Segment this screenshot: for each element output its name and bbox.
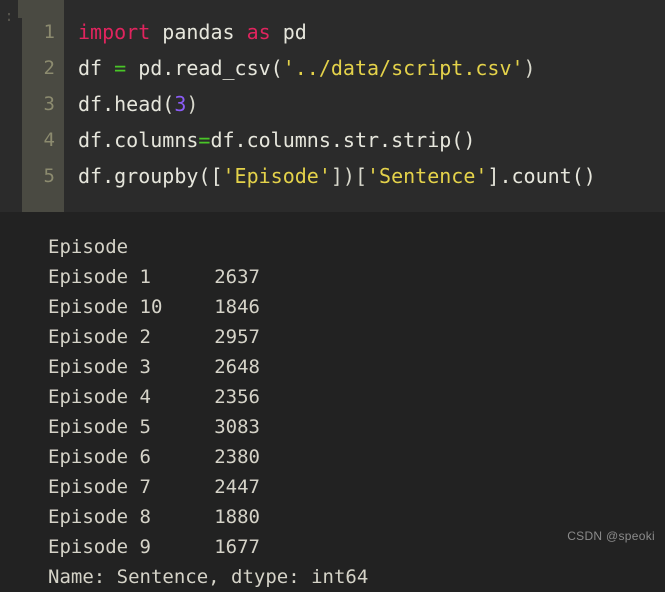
code-token-op: = [198, 128, 211, 152]
code-token-pun: ])[ [330, 164, 367, 188]
code-token-pun: ) [186, 92, 199, 116]
output-row-label: Episode 2 [48, 326, 151, 348]
output-row: Episode 10 1846 [48, 292, 368, 322]
output-row-value: 2957 [214, 326, 260, 348]
code-line[interactable]: df.columns=df.columns.str.strip() [78, 122, 665, 158]
code-line[interactable]: df = pd.read_csv('../data/script.csv') [78, 50, 665, 86]
output-row: Episode 7 2447 [48, 472, 368, 502]
output-row: Episode 3 2648 [48, 352, 368, 382]
notebook-screen: : 1 2 3 4 5 import pandas as pd df = pd.r… [0, 0, 665, 588]
code-token-kw: import [78, 20, 151, 44]
output-row-label: Episode 9 [48, 536, 151, 558]
output-row: Episode 4 2356 [48, 382, 368, 412]
code-token-pun [150, 20, 162, 44]
output-row-label: Episode 5 [48, 416, 151, 438]
output-row-label: Episode 10 [48, 296, 163, 318]
csdn-watermark: CSDN @speoki [567, 529, 655, 543]
code-token-str: 'Episode' [222, 164, 331, 188]
code-token-id: pd [282, 20, 307, 44]
line-number: 5 [43, 165, 55, 187]
code-line[interactable]: df.groupby(['Episode'])['Sentence'].coun… [78, 158, 665, 194]
code-editor-text[interactable]: import pandas as pd df = pd.read_csv('../… [78, 14, 665, 194]
output-row: Episode 5 3083 [48, 412, 368, 442]
output-row-value: 1846 [214, 296, 260, 318]
cell-output-area: Episode Episode 1 2637 Episode 10 1846 Episod… [0, 212, 665, 588]
cell-prompt-marker: : [4, 7, 14, 25]
line-number: 1 [43, 21, 55, 43]
code-token-id: df.columns [78, 128, 199, 152]
code-line[interactable]: import pandas as pd [78, 14, 665, 50]
output-text: Episode Episode 1 2637 Episode 10 1846 Episod… [48, 232, 368, 592]
code-token-kw: as [246, 20, 271, 44]
code-token-num: 3 [174, 92, 187, 116]
output-row-value: 2637 [214, 266, 260, 288]
output-row-label: Episode 4 [48, 386, 151, 408]
output-row-value: 1880 [214, 506, 260, 528]
code-token-pun: ) [523, 56, 536, 80]
output-row-label: Episode 3 [48, 356, 151, 378]
code-token-pun [235, 20, 247, 44]
code-token-id: pd.read_csv( [126, 56, 283, 80]
line-number: 4 [43, 129, 55, 151]
output-row: Episode 2 2957 [48, 322, 368, 352]
code-token-pun [271, 20, 283, 44]
output-row: Episode 8 1880 [48, 502, 368, 532]
code-token-op: = [114, 56, 127, 80]
code-token-id: df [78, 56, 115, 80]
code-line[interactable]: df.head(3) [78, 86, 665, 122]
code-token-id: ].count() [487, 164, 596, 188]
output-row-value: 3083 [214, 416, 260, 438]
output-row-value: 2648 [214, 356, 260, 378]
code-token-id: df.columns.str.strip() [210, 128, 476, 152]
output-row-value: 2380 [214, 446, 260, 468]
output-row-label: Episode 1 [48, 266, 151, 288]
code-token-str: 'Sentence' [367, 164, 488, 188]
output-row: Episode 6 2380 [48, 442, 368, 472]
output-row-value: 1677 [214, 536, 260, 558]
line-number: 3 [43, 93, 55, 115]
output-row: Episode 9 1677 [48, 532, 368, 562]
output-row-label: Episode 8 [48, 506, 151, 528]
output-row-value: 2447 [214, 476, 260, 498]
code-token-id: pandas [162, 20, 235, 44]
output-row-label: Episode 7 [48, 476, 151, 498]
output-row-value: 2356 [214, 386, 260, 408]
line-number: 2 [43, 57, 55, 79]
output-dtype-footer: Name: Sentence, dtype: int64 [48, 566, 369, 588]
output-row-label: Episode 6 [48, 446, 151, 468]
code-token-id: df.groupby([ [78, 164, 223, 188]
output-index-name: Episode [48, 236, 129, 258]
code-cell[interactable]: : 1 2 3 4 5 import pandas as pd df = pd.r… [0, 0, 665, 212]
code-token-id: df.head( [78, 92, 175, 116]
output-row: Episode 1 2637 [48, 262, 368, 292]
line-numbers: 1 2 3 4 5 [22, 0, 64, 212]
code-token-str: '../data/script.csv' [282, 56, 524, 80]
